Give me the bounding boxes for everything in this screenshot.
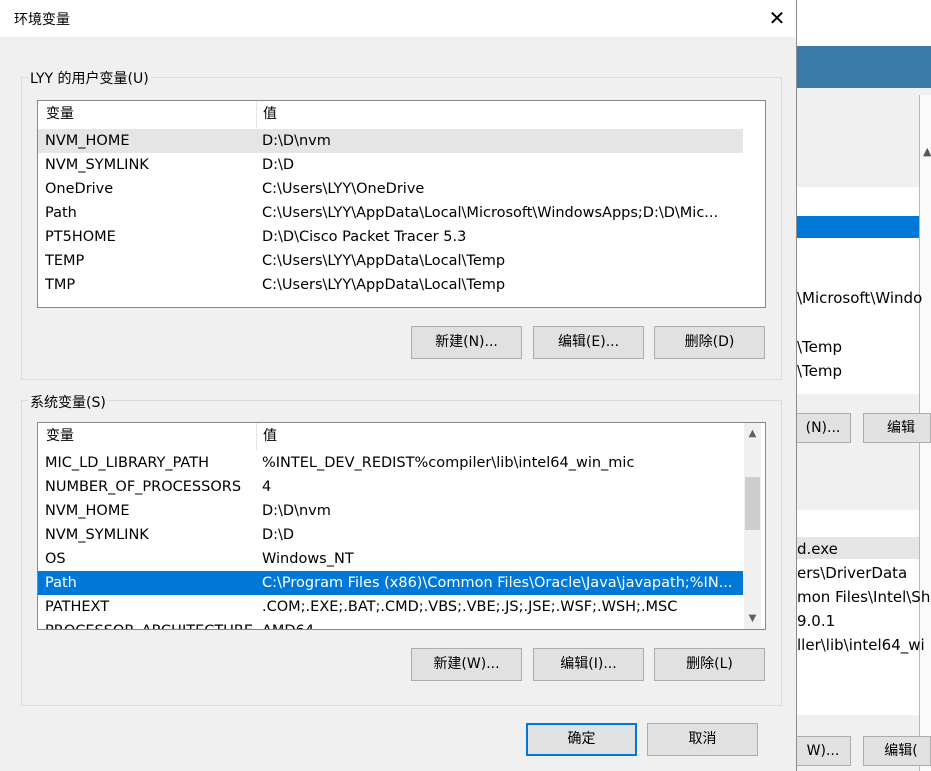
background-window-header xyxy=(797,46,931,88)
variable-name-cell: NVM_SYMLINK xyxy=(45,527,149,543)
variable-value-cell: AMD64 xyxy=(262,619,739,629)
title-bar: 环境变量 ✕ xyxy=(0,0,796,37)
background-selected-row xyxy=(797,216,923,238)
background-text-line: mon Files\Intel\Sh xyxy=(797,588,931,606)
background-text-line: ers\DriverData xyxy=(797,564,908,582)
column-header-variable[interactable]: 变量 xyxy=(46,423,74,450)
variable-value-cell: .COM;.EXE;.BAT;.CMD;.VBS;.VBE;.JS;.JSE;.… xyxy=(262,599,678,615)
variable-name-cell: OS xyxy=(45,551,66,567)
background-window: ▲ \Microsoft\Windo \Temp \Temp d.exe ers… xyxy=(797,0,931,771)
background-new-button[interactable]: W)... xyxy=(797,736,851,766)
variable-value-cell: C:\Users\LYY\AppData\Local\Microsoft\Win… xyxy=(262,205,719,221)
close-icon: ✕ xyxy=(768,6,786,30)
system-edit-button[interactable]: 编辑(I)... xyxy=(533,648,644,681)
variable-name-cell: NVM_HOME xyxy=(45,503,130,519)
variable-name-cell: OneDrive xyxy=(45,181,114,197)
variable-name-cell: TMP xyxy=(45,277,76,293)
table-row[interactable]: TEMP C:\Users\LYY\AppData\Local\Temp xyxy=(38,249,743,273)
variable-name-cell: NVM_SYMLINK xyxy=(45,157,149,173)
column-header-value[interactable]: 值 xyxy=(263,101,277,128)
table-row[interactable]: PT5HOME D:\D\Cisco Packet Tracer 5.3 xyxy=(38,225,743,249)
dialog-title: 环境变量 xyxy=(14,12,70,28)
table-row[interactable]: NVM_HOME D:\D\nvm xyxy=(38,499,743,523)
column-header-variable[interactable]: 变量 xyxy=(46,101,74,128)
background-text-line: 9.0.1 xyxy=(797,612,836,630)
background-edit-button[interactable]: 编辑 xyxy=(863,413,931,443)
table-row[interactable]: PATHEXT .COM;.EXE;.BAT;.CMD;.VBS;.VBE;.JS… xyxy=(38,595,743,619)
variable-value-cell: D:\D xyxy=(262,157,295,173)
background-text-line: ller\lib\intel64_wi xyxy=(797,636,925,654)
variable-name-cell: PROCESSOR_ARCHITECTURE xyxy=(45,619,253,629)
table-row[interactable]: NUMBER_OF_PROCESSORS 4 xyxy=(38,475,743,499)
environment-variables-dialog: 环境变量 ✕ LYY 的用户变量(U) 变量 值 NVM_HOME D:\D\nv… xyxy=(0,0,797,771)
background-new-button[interactable]: (N)... xyxy=(797,413,851,443)
table-row[interactable]: MIC_LD_LIBRARY_PATH %INTEL_DEV_REDIST%com… xyxy=(38,451,743,475)
background-text-line: d.exe xyxy=(797,540,838,558)
background-window-top xyxy=(797,0,931,46)
user-delete-button[interactable]: 删除(D) xyxy=(654,326,765,359)
table-row[interactable]: TMP C:\Users\LYY\AppData\Local\Temp xyxy=(38,273,743,297)
variable-value-cell: D:\D\nvm xyxy=(262,503,331,519)
variable-name-cell: Path xyxy=(45,205,77,221)
variable-value-cell: D:\D\Cisco Packet Tracer 5.3 xyxy=(262,229,467,245)
system-variables-label: 系统变量(S) xyxy=(28,392,108,412)
list-header: 变量 值 xyxy=(38,101,743,128)
user-variables-list[interactable]: 变量 值 NVM_HOME D:\D\nvm NVM_SYMLINK D:\D OneD… xyxy=(37,100,766,308)
table-row[interactable]: OneDrive C:\Users\LYY\OneDrive xyxy=(38,177,743,201)
variable-name-cell: Path xyxy=(45,575,77,591)
close-button[interactable]: ✕ xyxy=(758,0,796,37)
cancel-button[interactable]: 取消 xyxy=(647,723,758,756)
variable-value-cell: 4 xyxy=(262,479,272,495)
table-row[interactable]: NVM_HOME D:\D\nvm xyxy=(38,129,743,153)
table-row[interactable]: Path C:\Users\LYY\AppData\Local\Microsoft… xyxy=(38,201,743,225)
column-divider[interactable] xyxy=(256,423,257,450)
list-header: 变量 值 xyxy=(38,423,743,450)
background-text-line: \Temp xyxy=(797,338,843,356)
user-edit-button[interactable]: 编辑(E)... xyxy=(533,326,644,359)
variable-name-cell: PATHEXT xyxy=(45,599,110,615)
scrollbar-thumb[interactable] xyxy=(745,477,760,530)
column-header-value[interactable]: 值 xyxy=(263,423,277,450)
variable-value-cell: C:\Users\LYY\AppData\Local\Temp xyxy=(262,253,506,269)
scroll-up-arrow-icon[interactable]: ▲ xyxy=(744,425,761,442)
table-row[interactable]: Path C:\Program Files (x86)\Common Files\… xyxy=(38,571,743,595)
chevron-up-icon: ▲ xyxy=(923,145,931,158)
variable-value-cell: C:\Users\LYY\AppData\Local\Temp xyxy=(262,277,506,293)
variable-name-cell: MIC_LD_LIBRARY_PATH xyxy=(45,455,209,471)
table-row[interactable]: PROCESSOR_ARCHITECTURE AMD64 xyxy=(38,619,743,629)
variable-value-cell: C:\Users\LYY\OneDrive xyxy=(262,181,425,197)
user-new-button[interactable]: 新建(N)... xyxy=(411,326,522,359)
column-divider[interactable] xyxy=(256,101,257,128)
variable-value-cell: D:\D xyxy=(262,527,295,543)
system-delete-button[interactable]: 删除(L) xyxy=(654,648,765,681)
table-row[interactable]: NVM_SYMLINK D:\D xyxy=(38,523,743,547)
background-edit-button[interactable]: 编辑( xyxy=(863,736,931,766)
system-variables-list[interactable]: 变量 值 MIC_LD_LIBRARY_PATH %INTEL_DEV_REDIS… xyxy=(37,422,766,630)
table-row[interactable]: NVM_SYMLINK D:\D xyxy=(38,153,743,177)
variable-name-cell: PT5HOME xyxy=(45,229,116,245)
background-text-line: \Temp xyxy=(797,362,843,380)
ok-button[interactable]: 确定 xyxy=(526,723,637,756)
background-text-line: \Microsoft\Windo xyxy=(797,289,923,307)
variable-value-cell: D:\D\nvm xyxy=(262,133,331,149)
variable-value-cell: %INTEL_DEV_REDIST%compiler\lib\intel64_w… xyxy=(262,455,635,471)
vertical-scrollbar[interactable]: ▲ ▼ xyxy=(744,423,761,629)
variable-name-cell: NVM_HOME xyxy=(45,133,130,149)
variable-value-cell: Windows_NT xyxy=(262,551,354,567)
table-row[interactable]: OS Windows_NT xyxy=(38,547,743,571)
variable-name-cell: TEMP xyxy=(45,253,85,269)
variable-name-cell: NUMBER_OF_PROCESSORS xyxy=(45,479,242,495)
system-new-button[interactable]: 新建(W)... xyxy=(411,648,522,681)
scroll-down-arrow-icon[interactable]: ▼ xyxy=(744,610,761,627)
user-variables-label: LYY 的用户变量(U) xyxy=(28,68,151,88)
variable-value-cell: C:\Program Files (x86)\Common Files\Orac… xyxy=(262,575,733,591)
